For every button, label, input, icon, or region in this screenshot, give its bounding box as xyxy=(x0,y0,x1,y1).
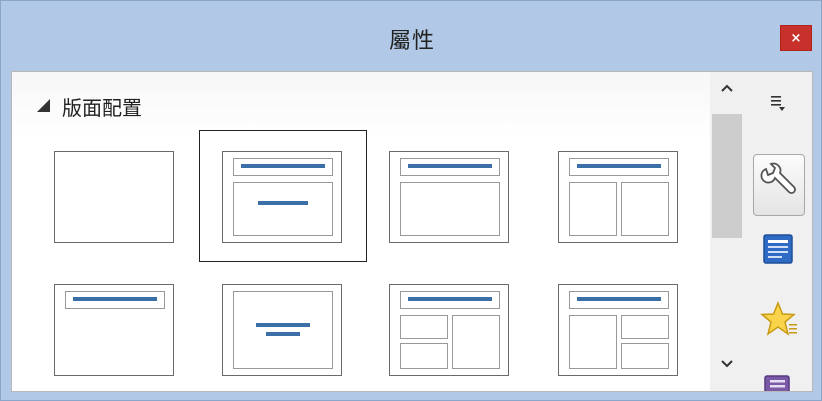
title-line xyxy=(241,164,325,168)
properties-deck-button[interactable] xyxy=(753,154,805,216)
title-line xyxy=(73,297,157,301)
title-line xyxy=(577,164,661,168)
slide-layout-icon xyxy=(763,234,793,264)
layout-title-only[interactable] xyxy=(54,284,174,376)
left-placeholder xyxy=(569,315,617,369)
layout-title-and-box[interactable] xyxy=(389,151,509,243)
close-button[interactable]: × xyxy=(780,25,812,51)
menu-dropdown-icon xyxy=(771,96,785,111)
scroll-thumb[interactable] xyxy=(712,114,742,238)
right-bottom-placeholder xyxy=(621,343,669,369)
layout-title-content[interactable] xyxy=(222,151,342,243)
right-placeholder xyxy=(452,315,500,369)
section-header[interactable]: 版面配置 xyxy=(12,72,710,138)
star-icon xyxy=(760,301,797,336)
content-area: 版面配置 xyxy=(11,71,813,392)
navigator-deck-button[interactable] xyxy=(761,370,795,391)
left-bottom-placeholder xyxy=(400,343,448,369)
sidebar-tabbar xyxy=(744,72,812,391)
slide-layouts-deck-button[interactable] xyxy=(761,232,795,266)
scroll-down-arrow-icon[interactable] xyxy=(718,358,736,374)
properties-window: 屬性 × 版面配置 xyxy=(0,0,822,401)
wrench-icon xyxy=(760,162,796,194)
title-line xyxy=(408,164,492,168)
title-line xyxy=(408,297,492,301)
content-placeholder xyxy=(233,182,333,236)
navigator-icon xyxy=(764,375,790,391)
gallery-deck-button[interactable] xyxy=(759,300,799,340)
section-title: 版面配置 xyxy=(62,96,142,120)
collapse-triangle-icon[interactable] xyxy=(37,99,50,112)
right-placeholder xyxy=(621,182,669,236)
left-placeholder xyxy=(569,182,617,236)
centered-line-1 xyxy=(256,323,310,327)
sidebar-menu-button[interactable] xyxy=(766,90,790,114)
title-line xyxy=(577,297,661,301)
content-placeholder xyxy=(233,291,333,369)
left-top-placeholder xyxy=(400,315,448,339)
content-line xyxy=(258,201,308,205)
layout-title-one-left-two-right[interactable] xyxy=(558,284,678,376)
title-bar: 屬性 × xyxy=(1,1,822,71)
layout-title-two-boxes[interactable] xyxy=(558,151,678,243)
layout-centered-text[interactable] xyxy=(222,284,342,376)
window-title: 屬性 xyxy=(388,29,435,54)
right-top-placeholder xyxy=(621,315,669,339)
layout-title-two-left-one-right[interactable] xyxy=(389,284,509,376)
centered-line-2 xyxy=(266,332,300,336)
vertical-scrollbar[interactable] xyxy=(710,72,744,391)
content-placeholder xyxy=(400,182,500,236)
layout-blank[interactable] xyxy=(54,151,174,243)
scroll-up-arrow-icon[interactable] xyxy=(718,82,736,98)
layouts-panel: 版面配置 xyxy=(12,72,710,391)
